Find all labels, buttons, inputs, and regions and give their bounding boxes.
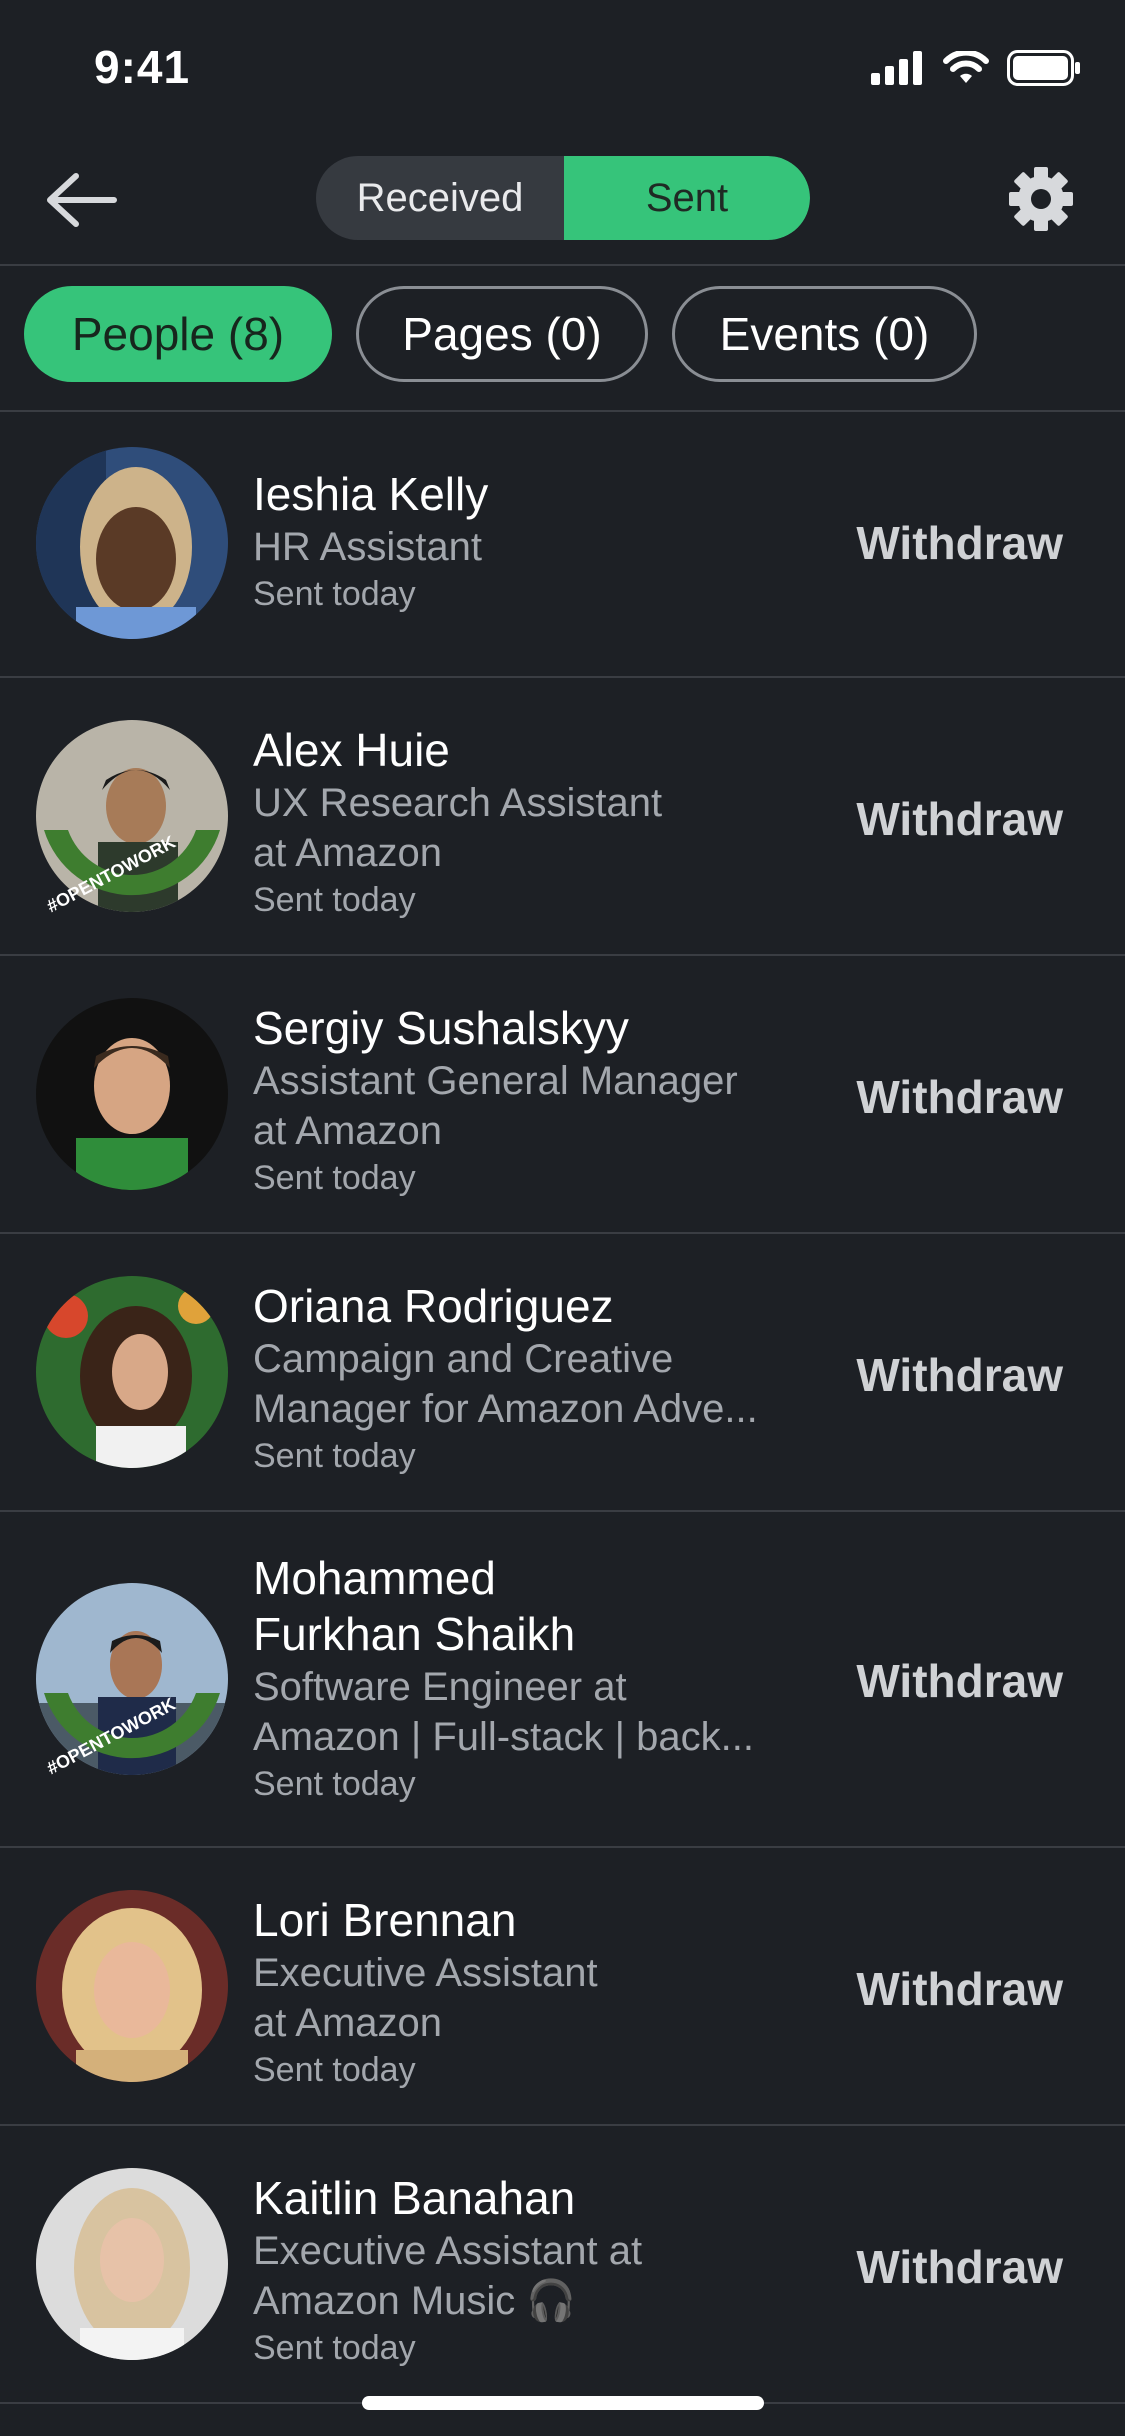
avatar — [36, 998, 228, 1190]
home-indicator — [362, 2396, 764, 2410]
sent-time: Sent today — [253, 881, 416, 919]
received-sent-toggle: Received Sent — [316, 156, 810, 240]
tab-sent[interactable]: Sent — [564, 156, 810, 240]
person-name: Oriana Rodriguez — [253, 1280, 614, 1332]
sent-time: Sent today — [253, 2051, 416, 2089]
list-item[interactable]: Mohammed Furkhan Shaikh Software Enginee… — [0, 1512, 1125, 1848]
person-name: Lori Brennan — [253, 1894, 517, 1946]
avatar — [36, 447, 228, 639]
person-info: Kaitlin Banahan Executive Assistant at A… — [253, 2170, 813, 2370]
list-item[interactable]: Oriana Rodriguez Campaign and Creative M… — [0, 1234, 1125, 1512]
top-navigation: Received Sent — [0, 140, 1125, 266]
avatar — [36, 2168, 228, 2360]
status-icons — [871, 50, 1081, 86]
list-item[interactable]: Ieshia Kelly HR Assistant Sent today Wit… — [0, 410, 1125, 678]
person-name: Ieshia Kelly — [253, 468, 489, 520]
withdraw-button[interactable]: Withdraw — [856, 2240, 1063, 2294]
filter-pages[interactable]: Pages (0) — [356, 286, 648, 382]
withdraw-button[interactable]: Withdraw — [856, 1654, 1063, 1708]
filter-chips: People (8) Pages (0) Events (0) — [0, 264, 1125, 412]
sent-time: Sent today — [253, 2329, 416, 2367]
settings-button[interactable] — [1008, 166, 1074, 232]
cellular-signal-icon — [871, 51, 922, 85]
person-info: Oriana Rodriguez Campaign and Creative M… — [253, 1278, 813, 1478]
person-name: Alex Huie — [253, 724, 450, 776]
person-headline: Executive Assistant at Amazon Music 🎧 — [253, 2229, 643, 2323]
status-bar: 9:41 — [0, 0, 1125, 140]
person-headline: Assistant General Manager at Amazon — [253, 1059, 738, 1153]
person-headline: UX Research Assistant at Amazon — [253, 781, 663, 875]
person-headline: Software Engineer at Amazon | Full-stack… — [253, 1665, 754, 1759]
filter-people[interactable]: People (8) — [24, 286, 332, 382]
wifi-icon — [943, 51, 989, 83]
withdraw-button[interactable]: Withdraw — [856, 1348, 1063, 1402]
status-time: 9:41 — [94, 41, 191, 93]
tab-received[interactable]: Received — [316, 156, 564, 240]
person-info: Sergiy Sushalskyy Assistant General Mana… — [253, 1000, 813, 1200]
person-headline: Executive Assistant at Amazon — [253, 1951, 598, 2045]
sent-time: Sent today — [253, 1159, 416, 1197]
list-item[interactable]: Sergiy Sushalskyy Assistant General Mana… — [0, 956, 1125, 1234]
withdraw-button[interactable]: Withdraw — [856, 1962, 1063, 2016]
withdraw-button[interactable]: Withdraw — [856, 516, 1063, 570]
avatar — [36, 1583, 228, 1775]
sent-time: Sent today — [253, 1765, 416, 1803]
battery-icon — [1007, 50, 1080, 86]
person-name: Kaitlin Banahan — [253, 2172, 576, 2224]
list-item[interactable]: Lori Brennan Executive Assistant at Amaz… — [0, 1848, 1125, 2126]
sent-time: Sent today — [253, 575, 416, 613]
person-name: Sergiy Sushalskyy — [253, 1002, 629, 1054]
avatar — [36, 1276, 228, 1468]
person-info: Lori Brennan Executive Assistant at Amaz… — [253, 1892, 813, 2092]
gear-icon — [1009, 167, 1073, 231]
person-headline: Campaign and Creative Manager for Amazon… — [253, 1337, 758, 1431]
withdraw-button[interactable]: Withdraw — [856, 792, 1063, 846]
list-item[interactable]: Kaitlin Banahan Executive Assistant at A… — [0, 2126, 1125, 2404]
sent-invitations-list: Ieshia Kelly HR Assistant Sent today Wit… — [0, 410, 1125, 2404]
person-name: Mohammed Furkhan Shaikh — [253, 1552, 576, 1660]
list-item[interactable]: Alex Huie UX Research Assistant at Amazo… — [0, 678, 1125, 956]
back-button[interactable] — [46, 170, 120, 230]
arrow-left-icon — [47, 173, 117, 227]
person-info: Mohammed Furkhan Shaikh Software Enginee… — [253, 1550, 813, 1806]
person-headline: HR Assistant — [253, 525, 482, 569]
avatar — [36, 1890, 228, 2082]
filter-events[interactable]: Events (0) — [672, 286, 977, 382]
avatar — [36, 720, 228, 912]
person-info: Alex Huie UX Research Assistant at Amazo… — [253, 722, 813, 922]
person-info: Ieshia Kelly HR Assistant Sent today — [253, 466, 813, 616]
withdraw-button[interactable]: Withdraw — [856, 1070, 1063, 1124]
sent-time: Sent today — [253, 1437, 416, 1475]
